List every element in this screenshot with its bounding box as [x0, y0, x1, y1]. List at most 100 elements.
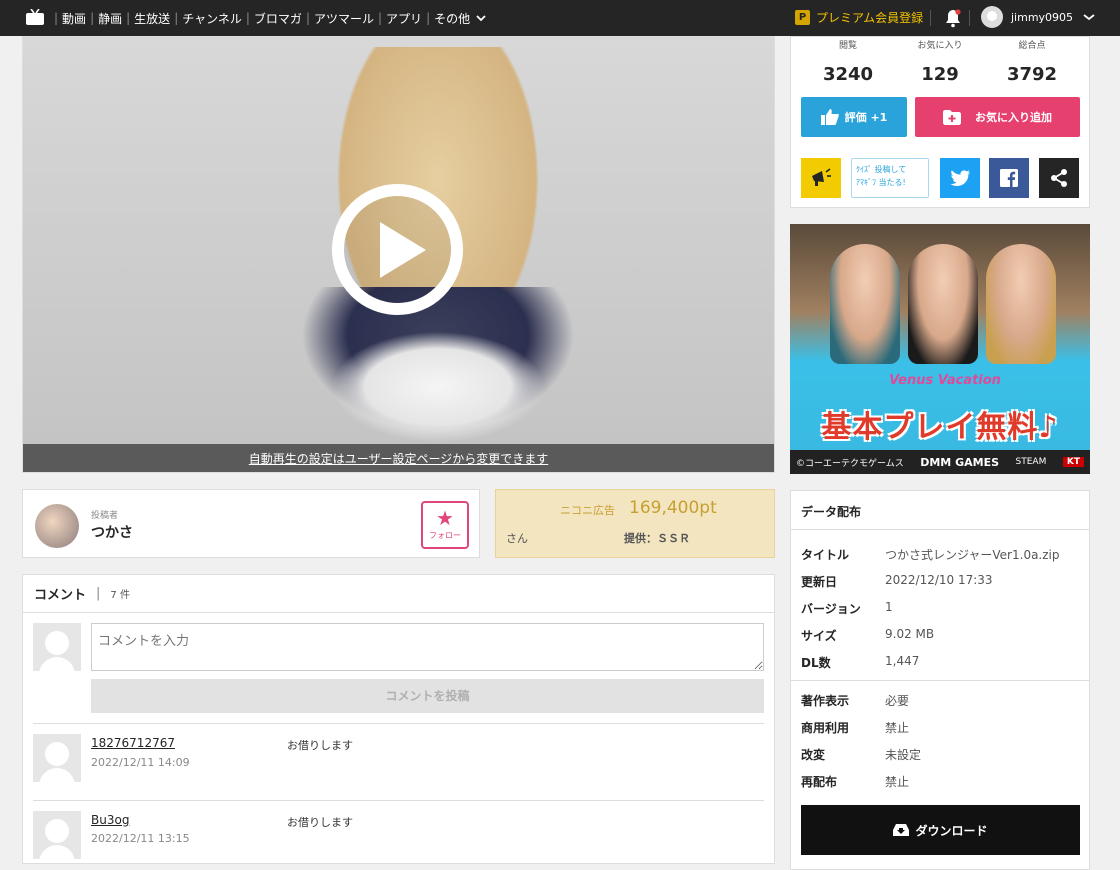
views-stat: 閲覧 3240 [798, 37, 898, 85]
follow-label: フォロー [429, 531, 461, 540]
row-key: DL数 [801, 656, 831, 670]
comments-panel: コメント | 7 件 コメントを投稿 18276712767 2022/12/1… [22, 574, 775, 864]
megaphone-icon [812, 168, 831, 186]
favorites-value: 129 [921, 64, 959, 85]
nav-item-seiga[interactable]: 静画 [96, 10, 124, 27]
niconico-logo-icon[interactable] [25, 9, 45, 26]
niconi-ad-button[interactable] [801, 158, 841, 198]
premium-p-icon: P [795, 10, 810, 25]
twitter-icon [950, 169, 970, 186]
evaluate-button[interactable]: 評価 +1 [801, 97, 907, 137]
nav-item-channel[interactable]: チャンネル [180, 10, 244, 27]
comment-avatar[interactable] [33, 811, 81, 859]
total-value: 3792 [1006, 64, 1058, 85]
premium-signup-link[interactable]: P プレミアム会員登録 [795, 9, 923, 26]
nav-item-blomaga[interactable]: ブロマガ [252, 10, 304, 27]
row-key: 更新日 [801, 575, 838, 589]
divider [969, 10, 970, 26]
divider [33, 723, 764, 724]
row-key: 再配布 [801, 775, 838, 789]
row-value: 9.02 MB [885, 627, 935, 641]
banner-figure [986, 244, 1056, 364]
star-icon: ★ [436, 506, 454, 530]
video-player[interactable]: 自動再生の設定はユーザー設定ページから変更できます [22, 36, 775, 473]
comments-title: コメント [34, 588, 87, 603]
niconi-ad-sponsor: さん [506, 532, 528, 545]
add-favorite-button[interactable]: お気に入り追加 [915, 97, 1080, 137]
twitter-share-button[interactable] [940, 158, 980, 198]
quiz-line-2: ｱﾏｷﾞﾌ 当たる! [856, 178, 906, 187]
avatar [981, 6, 1003, 28]
comment-user[interactable]: Bu3og [91, 813, 129, 827]
banner-footer: ©コーエーテクモゲームス DMM GAMES STEAM KT [790, 450, 1090, 474]
nav-item-other[interactable]: その他 [432, 10, 472, 27]
chevron-down-icon [1083, 14, 1095, 21]
facebook-share-button[interactable] [989, 158, 1029, 198]
comment-avatar[interactable] [33, 734, 81, 782]
stats-panel: 閲覧 3240 お気に入り 129 総合点 3792 評価 +1 お気に入り追加… [790, 36, 1090, 208]
comment-input[interactable] [91, 623, 764, 671]
comment-user[interactable]: 18276712767 [91, 736, 175, 750]
niconi-ad-provider: 提供：ＳＳＲ [624, 532, 690, 545]
total-label: 総合点 [1018, 41, 1046, 51]
evaluate-label: 評価 +1 [844, 111, 888, 124]
my-avatar [33, 623, 81, 671]
nav-item-live[interactable]: 生放送 [132, 10, 172, 27]
banner-headline: 基本プレイ無料♪ [821, 410, 1059, 445]
row-key: 著作表示 [801, 694, 850, 708]
thumbnail-figure-shirt [323, 327, 553, 447]
nav-item-app[interactable]: アプリ [384, 10, 424, 27]
banner-figure [908, 244, 978, 364]
follow-button[interactable]: ★ フォロー [421, 501, 469, 549]
banner-dmm-logo: DMM GAMES [920, 455, 1000, 469]
divider [791, 680, 1089, 681]
row-key: 改変 [801, 748, 826, 762]
row-value: 必要 [885, 694, 910, 708]
download-button[interactable]: ダウンロード [801, 805, 1080, 855]
data-distribution-panel: データ配布 タイトル つかさ式レンジャーVer1.0a.zip 更新日 2022/1… [790, 490, 1090, 870]
autoplay-settings-link[interactable]: 自動再生の設定はユーザー設定ページから変更できます [249, 452, 549, 466]
niconi-ad-panel[interactable]: ニコニ広告 169,400pt さん 提供：ＳＳＲ [495, 489, 775, 558]
share-button[interactable] [1039, 158, 1079, 198]
advertisement-banner[interactable]: Venus Vacation 基本プレイ無料♪ ©コーエーテクモゲームス DMM… [790, 224, 1090, 474]
niconi-ad-points: 169,400pt [629, 498, 717, 518]
banner-copyright: ©コーエーテクモゲームス [796, 458, 904, 469]
row-value: 1 [885, 600, 893, 614]
favorites-label: お気に入り [917, 41, 963, 51]
top-bar: | 動画 | 静画 | 生放送 | チャンネル | ブロマガ | アツマール | アプリ | そ… [0, 0, 1120, 36]
play-icon [380, 222, 426, 278]
row-key: タイトル [801, 548, 850, 562]
banner-figure [830, 244, 900, 364]
row-value: 1,447 [885, 654, 920, 668]
premium-label: プレミアム会員登録 [816, 11, 924, 25]
add-favorite-label: お気に入り追加 [975, 111, 1052, 124]
comment-date: 2022/12/11 14:09 [91, 756, 190, 769]
owner-avatar[interactable] [35, 504, 79, 548]
total-stat: 総合点 3792 [982, 37, 1082, 85]
comments-count: 7 件 [110, 590, 130, 601]
nav-item-atsumaru[interactable]: アツマール [312, 10, 376, 27]
nav-item-video[interactable]: 動画 [60, 10, 88, 27]
divider: | [96, 586, 101, 601]
chevron-down-icon[interactable] [476, 14, 486, 22]
row-key: 商用利用 [801, 721, 850, 735]
banner-kt-logo: KT [1062, 457, 1084, 467]
user-menu[interactable]: jimmy0905 [981, 6, 1095, 28]
play-button[interactable] [332, 184, 463, 315]
comments-header: コメント | 7 件 [23, 575, 774, 613]
views-label: 閲覧 [838, 41, 857, 51]
divider [930, 10, 931, 26]
bell-icon[interactable] [943, 8, 963, 28]
owner-label: 投稿者 [91, 511, 119, 521]
thumbs-up-icon [820, 109, 839, 125]
quiz-callout[interactable]: ｸｲｽﾞ 投稿して ｱﾏｷﾞﾌ 当たる! [851, 158, 929, 198]
owner-name[interactable]: つかさ [91, 522, 133, 542]
comment-text: お借りします [287, 739, 353, 752]
row-value: 未設定 [885, 748, 922, 762]
owner-panel: 投稿者 つかさ ★ フォロー [22, 489, 480, 558]
post-comment-button[interactable]: コメントを投稿 [91, 679, 764, 713]
facebook-icon [1000, 169, 1018, 187]
views-value: 3240 [822, 64, 874, 85]
row-value: 禁止 [885, 721, 910, 735]
folder-plus-icon [943, 109, 961, 125]
